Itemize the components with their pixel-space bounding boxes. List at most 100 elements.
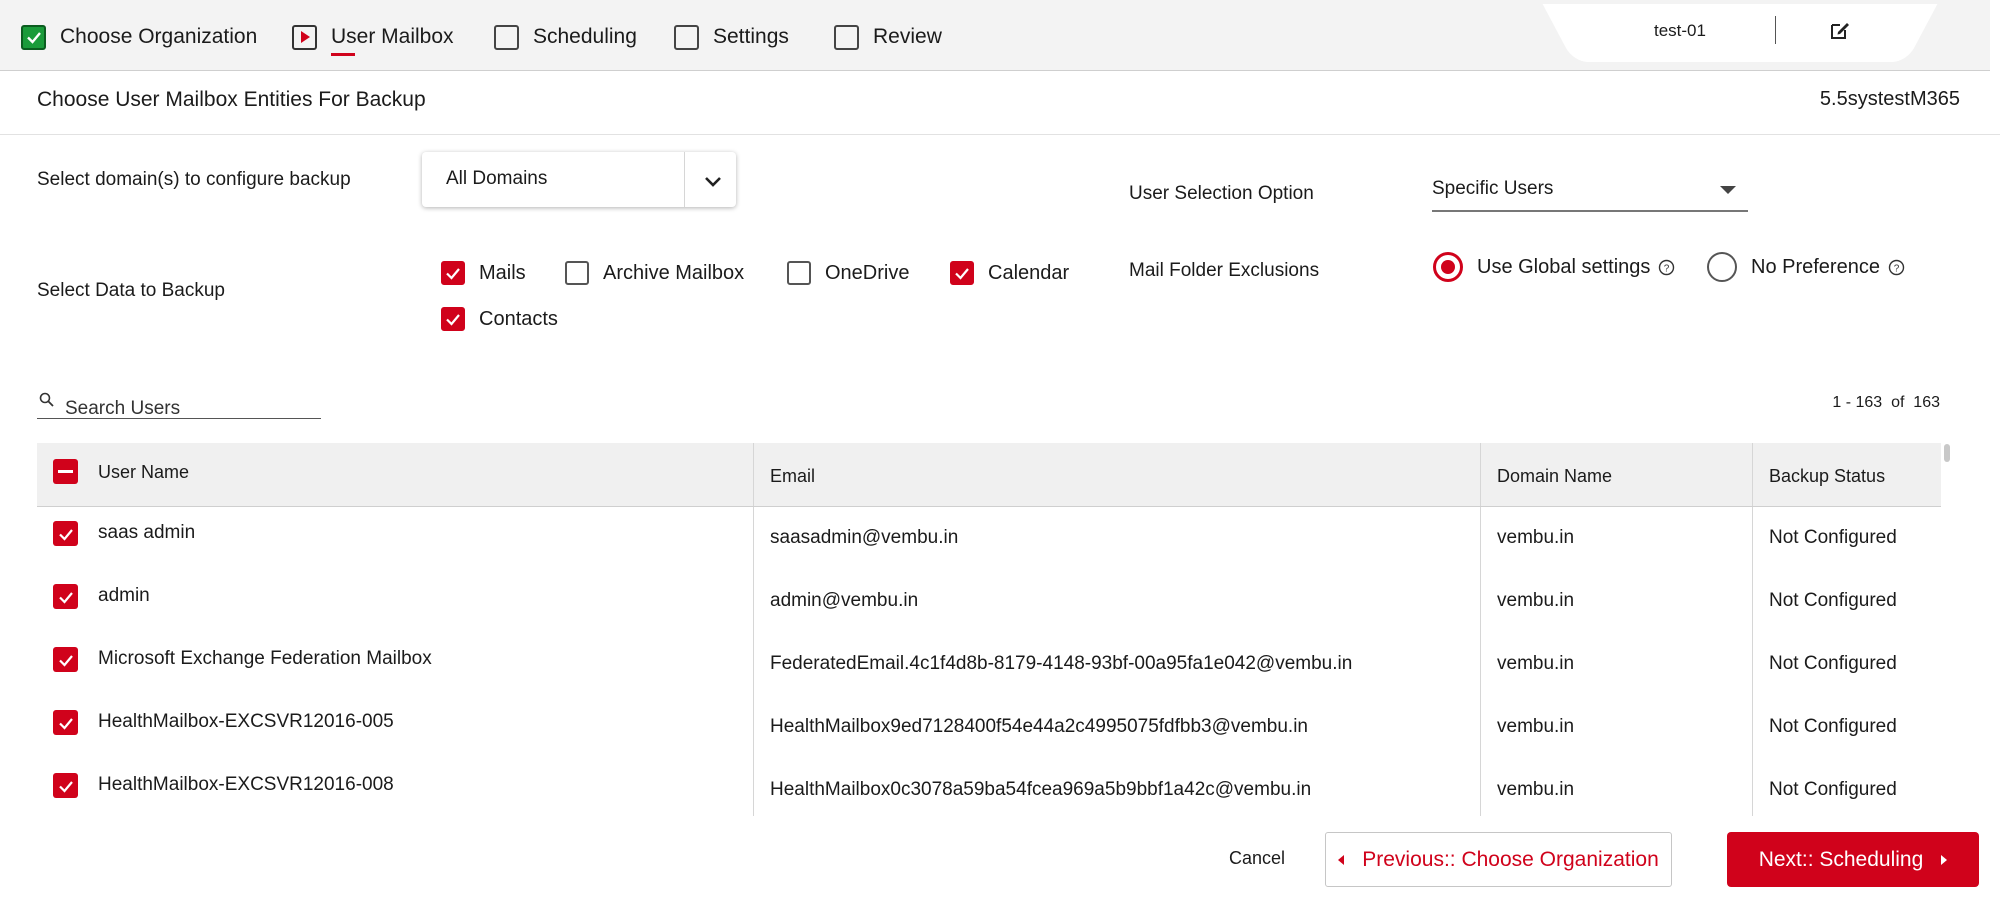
step-label: Choose Organization xyxy=(60,25,258,48)
edit-icon[interactable] xyxy=(1828,18,1854,44)
column-divider xyxy=(1752,507,1753,823)
caret-down-icon xyxy=(1720,186,1736,194)
option-label: Calendar xyxy=(988,261,1070,284)
user-name-cell: admin xyxy=(98,585,150,606)
next-label: Next:: Scheduling xyxy=(1758,847,1924,871)
table-row[interactable]: HealthMailbox-EXCSVR12016-005 HealthMail… xyxy=(37,696,1941,760)
radio-empty-icon xyxy=(1707,252,1737,282)
cancel-button[interactable]: Cancel xyxy=(1229,848,1285,869)
exclusions-label: Mail Folder Exclusions xyxy=(1129,260,1320,281)
domain-cell: vembu.in xyxy=(1497,653,1575,674)
onedrive-checkbox[interactable]: OneDrive xyxy=(787,261,909,285)
table-row[interactable]: admin admin@vembu.in vembu.in Not Config… xyxy=(37,570,1941,634)
previous-button[interactable]: Previous:: Choose Organization xyxy=(1325,832,1672,887)
status-cell: Not Configured xyxy=(1769,779,1897,800)
chevron-down-icon[interactable] xyxy=(698,166,728,196)
domain-cell: vembu.in xyxy=(1497,779,1575,800)
empty-checkbox-icon xyxy=(787,261,811,285)
help-icon[interactable]: ? xyxy=(1658,259,1675,276)
check-icon xyxy=(441,261,465,285)
archive-mailbox-checkbox[interactable]: Archive Mailbox xyxy=(565,261,744,285)
column-divider xyxy=(1480,507,1481,823)
table-row[interactable]: Microsoft Exchange Federation Mailbox Fe… xyxy=(37,633,1941,697)
next-button[interactable]: Next:: Scheduling xyxy=(1727,832,1979,887)
user-name-cell: Microsoft Exchange Federation Mailbox xyxy=(98,648,432,669)
row-checkbox[interactable] xyxy=(53,647,78,672)
step-review[interactable]: Review xyxy=(834,22,942,52)
no-preference-radio[interactable]: No Preference ? xyxy=(1707,252,1905,282)
status-cell: Not Configured xyxy=(1769,527,1897,548)
step-scheduling[interactable]: Scheduling xyxy=(494,22,637,52)
email-cell: FederatedEmail.4c1f4d8b-8179-4148-93bf-0… xyxy=(770,653,1353,674)
select-all-checkbox[interactable] xyxy=(53,459,78,484)
tab-divider xyxy=(1775,16,1776,44)
domain-dropdown[interactable]: All Domains xyxy=(422,152,736,207)
active-step-indicator xyxy=(331,53,355,56)
minus-icon xyxy=(58,470,73,473)
pagination-info: 1 - 163 of 163 xyxy=(1832,394,1940,411)
data-label: Select Data to Backup xyxy=(37,280,225,301)
status-cell: Not Configured xyxy=(1769,653,1897,674)
domain-label: Select domain(s) to configure backup xyxy=(37,169,351,190)
step-choose-organization[interactable]: Choose Organization xyxy=(21,22,257,52)
empty-checkbox-icon xyxy=(834,24,859,50)
empty-checkbox-icon xyxy=(494,24,519,50)
user-name-cell: HealthMailbox-EXCSVR12016-005 xyxy=(98,711,394,732)
domain-cell: vembu.in xyxy=(1497,590,1575,611)
check-icon xyxy=(441,307,465,331)
user-name-cell: saas admin xyxy=(98,522,196,543)
option-label: No Preference xyxy=(1751,255,1880,278)
step-user-mailbox[interactable]: User Mailbox xyxy=(292,22,454,56)
mails-checkbox[interactable]: Mails xyxy=(441,261,526,285)
caret-left-icon xyxy=(1338,854,1345,865)
column-divider xyxy=(1480,443,1481,506)
column-header-domain-name[interactable]: Domain Name xyxy=(1497,466,1612,487)
option-label: Archive Mailbox xyxy=(603,261,745,284)
email-cell: HealthMailbox9ed7128400f54e44a2c4995075f… xyxy=(770,716,1308,737)
option-label: Contacts xyxy=(479,307,558,330)
header-divider xyxy=(0,134,2000,135)
empty-checkbox-icon xyxy=(565,261,589,285)
email-cell: HealthMailbox0c3078a59ba54fcea969a5b9bbf… xyxy=(770,779,1312,800)
calendar-checkbox[interactable]: Calendar xyxy=(950,261,1069,285)
play-icon xyxy=(292,24,317,50)
step-label: User Mailbox xyxy=(331,25,454,48)
dropdown-separator xyxy=(684,152,685,207)
wizard-bar: Choose Organization User Mailbox Schedul… xyxy=(0,0,1990,71)
previous-label: Previous:: Choose Organization xyxy=(1362,847,1659,871)
empty-checkbox-icon xyxy=(674,24,699,50)
step-label: Review xyxy=(873,25,942,48)
row-checkbox[interactable] xyxy=(53,773,78,798)
page-title: Choose User Mailbox Entities For Backup xyxy=(37,88,426,111)
search-icon xyxy=(39,392,55,413)
use-global-settings-radio[interactable]: Use Global settings ? xyxy=(1433,252,1675,282)
status-cell: Not Configured xyxy=(1769,590,1897,611)
svg-text:?: ? xyxy=(1894,263,1900,274)
row-checkbox[interactable] xyxy=(53,521,78,546)
row-checkbox[interactable] xyxy=(53,584,78,609)
column-header-backup-status[interactable]: Backup Status xyxy=(1769,466,1885,487)
column-divider xyxy=(753,443,754,506)
table-scrollbar[interactable] xyxy=(1944,444,1950,462)
user-selection-label: User Selection Option xyxy=(1129,183,1314,204)
footer-bar xyxy=(0,816,2000,922)
column-divider xyxy=(753,507,754,823)
user-selection-value: Specific Users xyxy=(1432,178,1554,199)
search-users-input[interactable]: Search Users xyxy=(37,392,321,419)
column-header-user-name[interactable]: User Name xyxy=(98,462,189,483)
check-icon xyxy=(21,24,46,50)
table-header: User Name Email Domain Name Backup Statu… xyxy=(37,443,1941,507)
table-row[interactable]: HealthMailbox-EXCSVR12016-008 HealthMail… xyxy=(37,759,1941,823)
row-checkbox[interactable] xyxy=(53,710,78,735)
help-icon[interactable]: ? xyxy=(1888,259,1905,276)
check-icon xyxy=(950,261,974,285)
step-settings[interactable]: Settings xyxy=(674,22,789,52)
user-name-cell: HealthMailbox-EXCSVR12016-008 xyxy=(98,774,394,795)
column-header-email[interactable]: Email xyxy=(770,466,815,487)
step-label: Scheduling xyxy=(533,25,637,48)
contacts-checkbox[interactable]: Contacts xyxy=(441,307,558,331)
table-row[interactable]: saas admin saasadmin@vembu.in vembu.in N… xyxy=(37,507,1941,571)
option-label: OneDrive xyxy=(825,261,910,284)
domain-cell: vembu.in xyxy=(1497,527,1575,548)
user-selection-select[interactable]: Specific Users xyxy=(1432,172,1748,212)
